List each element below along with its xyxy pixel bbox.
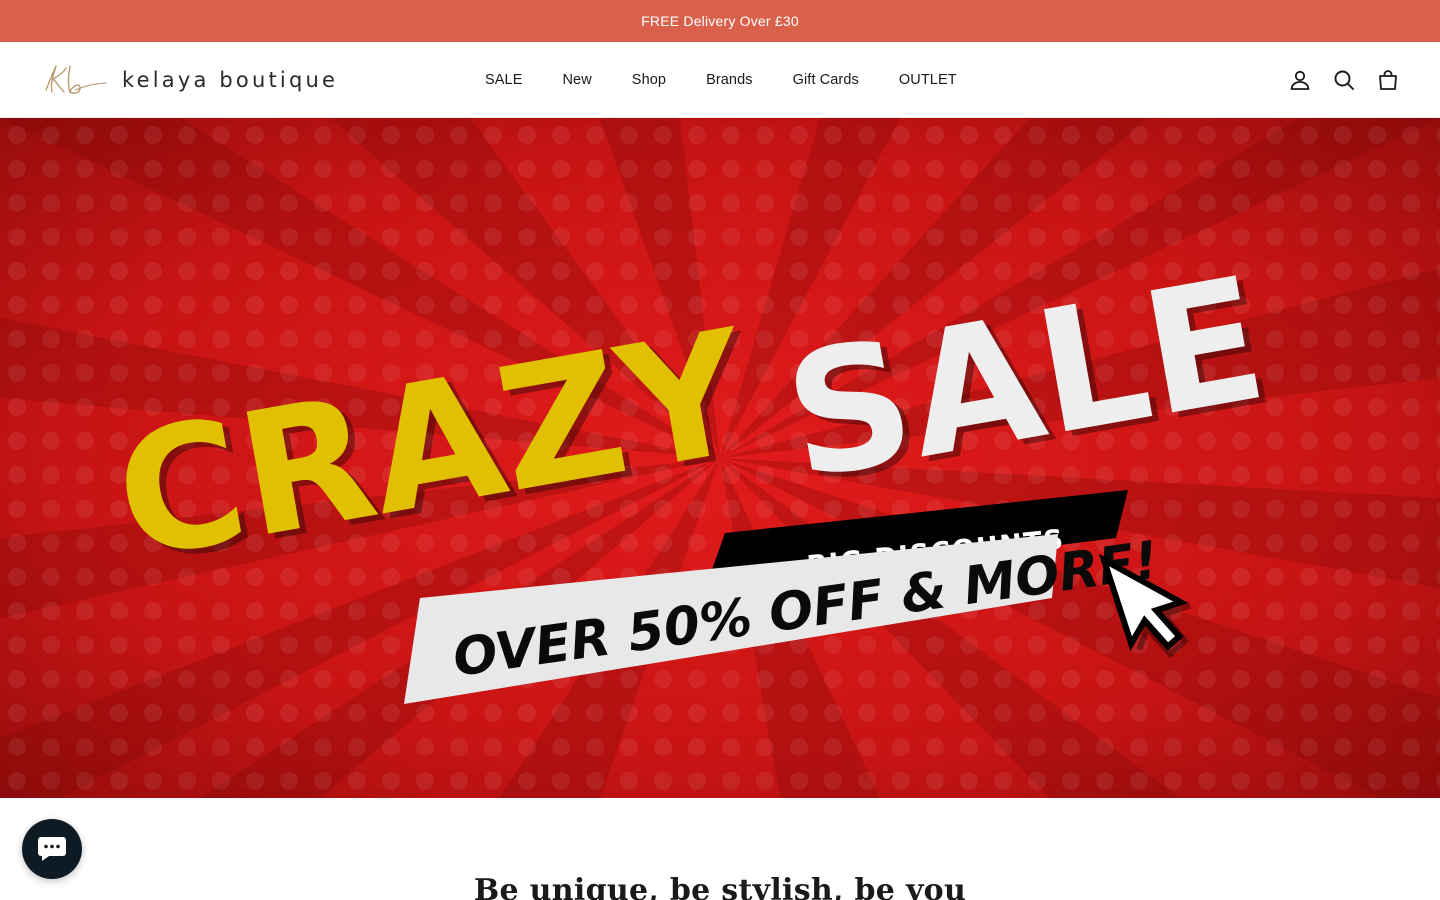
nav-item-sale[interactable]: SALE xyxy=(485,72,522,88)
search-icon[interactable] xyxy=(1332,68,1356,92)
account-icon[interactable] xyxy=(1288,68,1312,92)
announcement-text: FREE Delivery Over £30 xyxy=(641,13,799,29)
nav-item-shop[interactable]: Shop xyxy=(632,72,666,88)
announcement-bar: FREE Delivery Over £30 xyxy=(0,0,1440,42)
logo-monogram-icon xyxy=(45,65,107,95)
cart-icon[interactable] xyxy=(1376,68,1400,92)
nav-item-outlet[interactable]: OUTLET xyxy=(899,72,957,88)
hero-banner[interactable]: CRAZY CRAZY SALE SALE BIG DISCOUNTS OVER… xyxy=(0,118,1440,798)
nav-item-brands[interactable]: Brands xyxy=(706,72,753,88)
hero-graphic: CRAZY CRAZY SALE SALE BIG DISCOUNTS OVER… xyxy=(0,118,1440,798)
page-tagline: Be unique, be stylish, be you xyxy=(473,873,967,900)
main-nav: SALE New Shop Brands Gift Cards OUTLET xyxy=(485,42,957,118)
site-header: kelaya boutique SALE New Shop Brands Gif… xyxy=(0,42,1440,118)
logo-wordmark: kelaya boutique xyxy=(122,68,339,92)
chat-button[interactable] xyxy=(22,819,82,879)
site-logo[interactable]: kelaya boutique xyxy=(40,58,338,102)
chat-icon xyxy=(38,837,66,861)
nav-item-gift-cards[interactable]: Gift Cards xyxy=(793,72,859,88)
header-icons xyxy=(1288,42,1400,118)
nav-item-new[interactable]: New xyxy=(562,72,591,88)
